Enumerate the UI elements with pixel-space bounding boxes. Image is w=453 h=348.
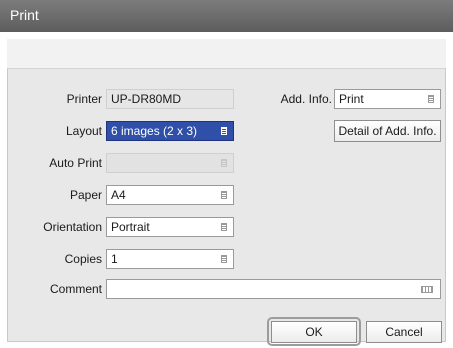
add-info-value: Print xyxy=(339,92,364,106)
detail-add-info-label: Detail of Add. Info. xyxy=(338,124,437,138)
paper-value: A4 xyxy=(111,188,126,202)
ok-label: OK xyxy=(305,325,323,339)
window-title: Print xyxy=(10,7,39,23)
orientation-value: Portrait xyxy=(111,220,150,234)
dropdown-list-icon xyxy=(428,95,434,103)
printer-field: UP-DR80MD xyxy=(106,89,234,109)
dropdown-list-icon xyxy=(221,255,227,263)
comment-input[interactable] xyxy=(106,279,441,299)
auto-print-dropdown xyxy=(106,153,234,173)
paper-label: Paper xyxy=(69,188,102,202)
layout-label: Layout xyxy=(65,124,102,138)
title-bar: Print xyxy=(0,0,453,32)
comment-label: Comment xyxy=(49,282,102,296)
copies-dropdown[interactable]: 1 xyxy=(106,249,234,269)
ok-button[interactable]: OK xyxy=(271,321,357,343)
keyboard-icon[interactable] xyxy=(421,286,433,293)
paper-dropdown[interactable]: A4 xyxy=(106,185,234,205)
dropdown-list-icon xyxy=(221,223,227,231)
dropdown-list-icon xyxy=(221,127,227,135)
dropdown-list-icon xyxy=(221,191,227,199)
orientation-dropdown[interactable]: Portrait xyxy=(106,217,234,237)
copies-value: 1 xyxy=(111,252,118,266)
add-info-dropdown[interactable]: Print xyxy=(334,89,441,109)
auto-print-label: Auto Print xyxy=(49,156,102,170)
dropdown-list-icon xyxy=(221,159,227,167)
cancel-button[interactable]: Cancel xyxy=(366,321,442,343)
orientation-label: Orientation xyxy=(43,220,102,234)
cancel-label: Cancel xyxy=(385,325,423,339)
panel-header-band xyxy=(7,39,446,69)
add-info-label: Add. Info. xyxy=(280,92,332,106)
detail-add-info-button[interactable]: Detail of Add. Info. xyxy=(334,120,441,142)
layout-value: 6 images (2 x 3) xyxy=(111,124,198,138)
layout-dropdown[interactable]: 6 images (2 x 3) xyxy=(106,121,234,141)
printer-label: Printer xyxy=(66,92,102,106)
copies-label: Copies xyxy=(64,252,102,266)
